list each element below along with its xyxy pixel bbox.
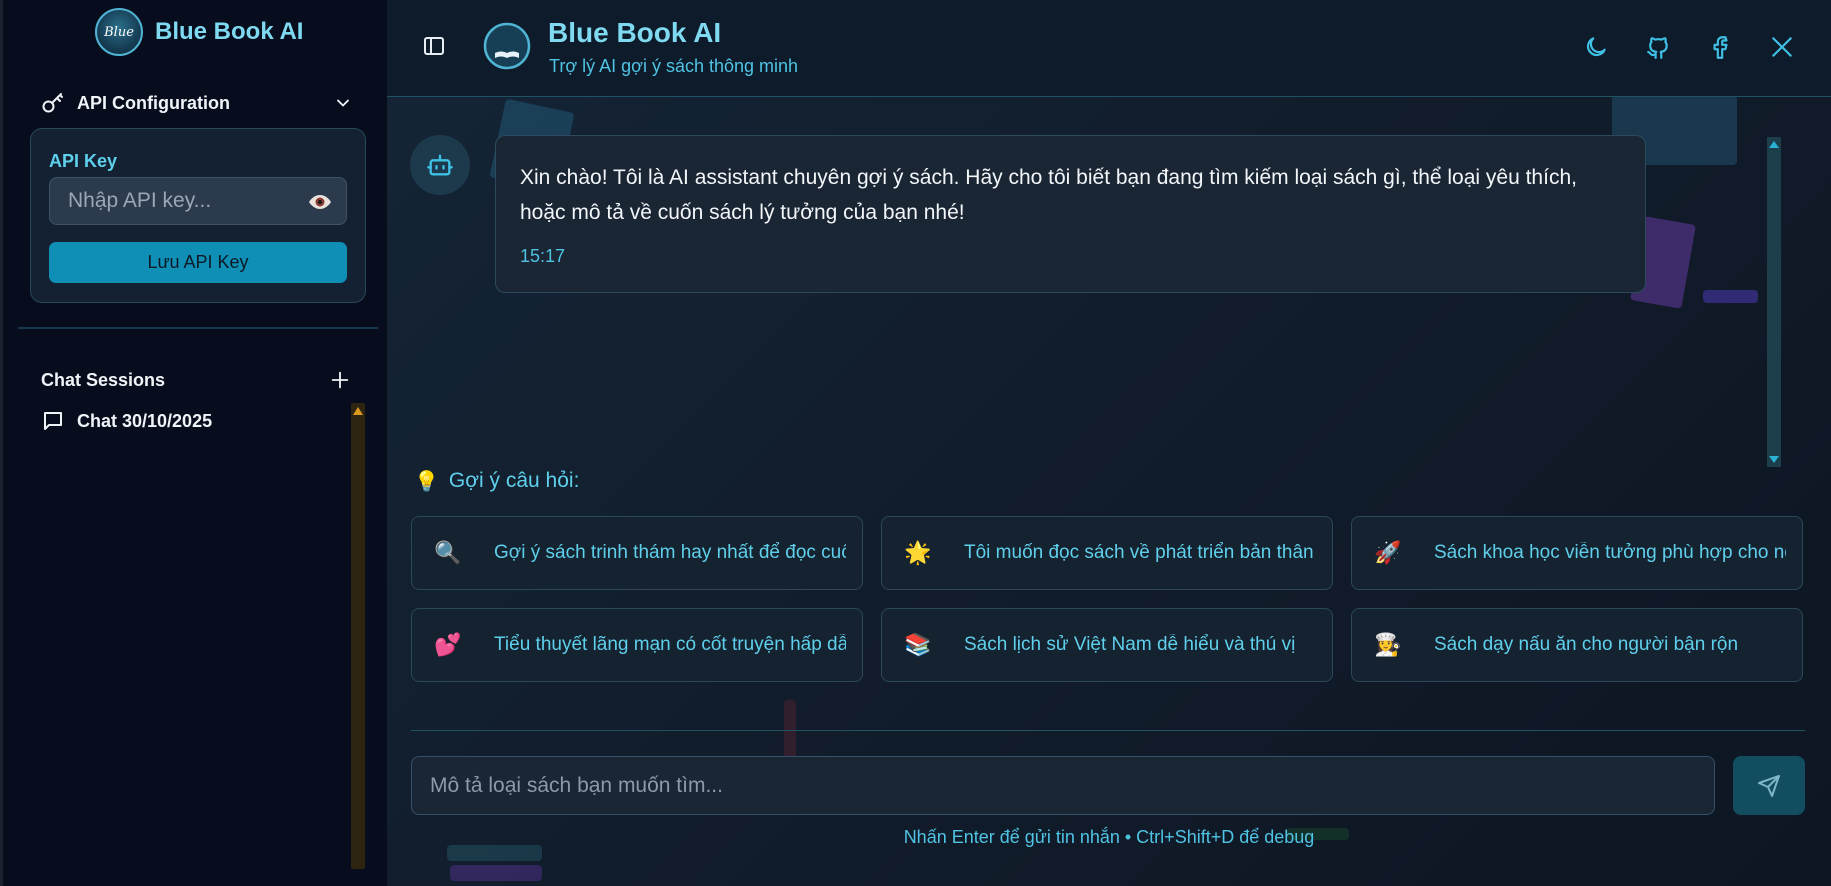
books-icon: 📚 [904, 632, 932, 658]
magnifier-icon: 🔍 [434, 540, 462, 566]
suggestions-title: Gợi ý câu hỏi: [448, 469, 580, 492]
suggestion-card[interactable]: 🚀 Sách khoa học viễn tưởng phù hợp cho n… [1351, 516, 1803, 590]
suggestion-text: Sách lịch sử Việt Nam dễ hiểu và thú vị [964, 634, 1296, 655]
chat-session-item[interactable]: Chat 30/10/2025 [41, 409, 212, 433]
api-key-input[interactable] [50, 178, 346, 224]
send-icon [1758, 774, 1780, 797]
chat-scrollbar[interactable] [1767, 137, 1781, 467]
scroll-up-arrow-icon[interactable] [353, 407, 363, 415]
decorative-book-shape [450, 865, 542, 881]
suggestion-text: Tiểu thuyết lãng mạn có cốt truyện hấp d… [494, 634, 846, 655]
scroll-down-arrow-icon[interactable] [1769, 456, 1779, 463]
header-logo [483, 22, 531, 70]
message-square-icon [44, 412, 62, 430]
main-chat-area: Blue Book AI Trợ lý AI gợi ý sách thông … [387, 0, 1831, 886]
suggestions-grid: 🔍 Gợi ý sách trinh thám hay nhất để đọc … [411, 516, 1805, 682]
header-subtitle: Trợ lý AI gợi ý sách thông minh [549, 56, 799, 76]
logo: Blue [95, 8, 143, 56]
logo-text: Blue [104, 24, 134, 40]
star-icon: 🌟 [904, 540, 932, 566]
bot-icon [427, 154, 453, 176]
sidebar-toggle-icon[interactable] [422, 34, 446, 58]
x-icon[interactable] [1769, 34, 1795, 60]
suggestion-text: Sách khoa học viễn tưởng phù hợp cho ngư… [1434, 542, 1786, 563]
decorative-book-shape [1703, 290, 1758, 303]
input-hint: Nhấn Enter để gửi tin nhắn • Ctrl+Shift+… [903, 827, 1315, 847]
chat-input-wrapper [411, 756, 1715, 815]
brand-title: Blue Book AI [155, 18, 304, 45]
cook-icon: 👩‍🍳 [1374, 632, 1402, 658]
bot-message: Xin chào! Tôi là AI assistant chuyên gợi… [495, 135, 1646, 293]
eye-icon[interactable] [308, 190, 332, 214]
message-text: Xin chào! Tôi là AI assistant chuyên gợi… [520, 166, 1577, 224]
facebook-icon[interactable] [1707, 34, 1733, 60]
header-actions [1583, 34, 1795, 60]
github-icon[interactable] [1645, 34, 1671, 60]
send-button[interactable] [1733, 756, 1805, 815]
sidebar-divider [18, 327, 378, 329]
chat-sessions-header: Chat Sessions [41, 365, 351, 395]
chat-session-label: Chat 30/10/2025 [77, 410, 213, 431]
suggestion-card[interactable]: 🔍 Gợi ý sách trinh thám hay nhất để đọc … [411, 516, 863, 590]
input-divider [411, 730, 1805, 731]
key-icon [42, 93, 63, 113]
suggestion-card[interactable]: 👩‍🍳 Sách dạy nấu ăn cho người bận rộn [1351, 608, 1803, 682]
header-title: Blue Book AI [548, 17, 722, 48]
api-key-label: API Key [49, 151, 118, 171]
save-api-key-button[interactable]: Lưu API Key [49, 242, 347, 283]
chat-input[interactable] [412, 757, 1714, 814]
scroll-up-arrow-icon[interactable] [1769, 141, 1779, 148]
top-bar: Blue Book AI Trợ lý AI gợi ý sách thông … [387, 0, 1831, 97]
api-configuration-toggle[interactable]: API Configuration [41, 88, 353, 118]
sidebar-brand: Blue Blue Book AI [95, 8, 303, 56]
suggestion-text: Tôi muốn đọc sách về phát triển bản thân [964, 542, 1314, 563]
moon-icon[interactable] [1583, 34, 1609, 60]
plus-icon[interactable] [329, 369, 351, 391]
suggestion-card[interactable]: 🌟 Tôi muốn đọc sách về phát triển bản th… [881, 516, 1333, 590]
chevron-down-icon[interactable] [333, 93, 353, 113]
suggestion-card[interactable]: 📚 Sách lịch sử Việt Nam dễ hiểu và thú v… [881, 608, 1333, 682]
rocket-icon: 🚀 [1374, 540, 1402, 566]
sidebar: Blue Blue Book AI API Configuration API … [0, 0, 387, 886]
message-timestamp: 15:17 [520, 246, 566, 266]
suggestion-text: Gợi ý sách trinh thám hay nhất để đọc cu… [494, 542, 846, 563]
sidebar-scrollbar[interactable] [351, 403, 365, 869]
suggestion-card[interactable]: 💕 Tiểu thuyết lãng mạn có cốt truyện hấp… [411, 608, 863, 682]
lightbulb-icon: 💡 [414, 469, 439, 493]
suggestions-heading: 💡 Gợi ý câu hỏi: [414, 469, 579, 493]
api-configuration-title: API Configuration [77, 92, 230, 113]
api-key-field-wrapper [49, 177, 347, 225]
api-config-panel: API Key Lưu API Key [30, 128, 366, 303]
bot-avatar [410, 135, 470, 195]
chat-sessions-title: Chat Sessions [41, 369, 166, 390]
hearts-icon: 💕 [434, 632, 462, 658]
suggestion-text: Sách dạy nấu ăn cho người bận rộn [1434, 634, 1739, 655]
